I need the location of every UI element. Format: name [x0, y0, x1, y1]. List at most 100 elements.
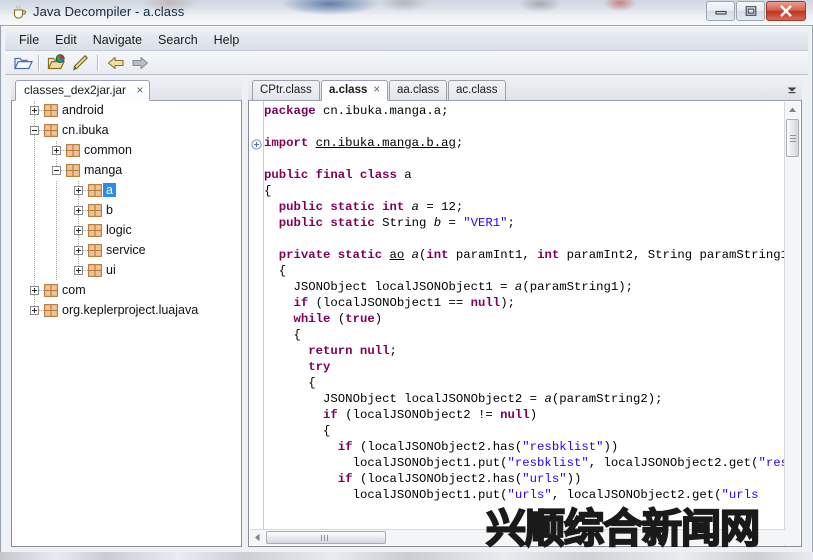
code-line: return null; [264, 343, 786, 359]
code-token: public final class [264, 168, 405, 182]
code-token: "resbklist" [522, 440, 604, 454]
triangle-up-icon[interactable] [785, 102, 800, 118]
tree-node-label: com [62, 283, 86, 297]
coffee-cup-icon [11, 4, 28, 21]
tree-node-manga[interactable]: manga [12, 161, 241, 181]
close-icon[interactable]: × [373, 84, 380, 96]
menu-item-help[interactable]: Help [206, 27, 248, 49]
save-source-icon[interactable] [71, 54, 91, 73]
open-recent-icon[interactable] [47, 54, 67, 73]
package-icon [66, 144, 80, 157]
expand-plus-icon[interactable] [74, 246, 83, 255]
expand-plus-icon[interactable] [74, 186, 83, 195]
code-token[interactable]: ao [389, 248, 404, 262]
tree-node-com[interactable]: com [12, 281, 241, 301]
editor-tab-aa-class[interactable]: aa.class [389, 80, 448, 101]
code-token: ); [500, 296, 515, 310]
tree-node-label: manga [84, 163, 123, 177]
code-token: "resbkli [758, 456, 786, 470]
package-icon [88, 264, 102, 277]
code-line: localJSONObject1.put("urls", localJSONOb… [264, 487, 786, 503]
collapse-minus-icon[interactable] [52, 166, 61, 175]
code-token: , localJSONObject2.get( [551, 488, 722, 502]
code-token: { [308, 376, 316, 390]
editor-tab-label: ac.class [456, 84, 498, 96]
code-token: int [537, 248, 560, 262]
expand-plus-icon[interactable] [52, 146, 61, 155]
editor-body[interactable]: package cn.ibuka.manga.a; import cn.ibuk… [248, 101, 802, 547]
code-token: public static int [278, 200, 412, 214]
code-token: null [470, 296, 501, 310]
expand-plus-icon[interactable] [30, 306, 39, 315]
menu-item-navigate[interactable]: Navigate [85, 27, 150, 49]
tree-node-a[interactable]: a [12, 181, 241, 201]
tree-node-cn-ibuka[interactable]: cn.ibuka [12, 121, 241, 141]
expand-plus-icon[interactable] [30, 106, 39, 115]
code-token: a [404, 168, 412, 182]
tree-node-label: ui [106, 263, 116, 277]
expand-plus-icon[interactable] [74, 206, 83, 215]
maximize-button[interactable] [736, 1, 765, 21]
code-line: { [264, 183, 786, 199]
expand-plus-icon[interactable] [30, 286, 39, 295]
package-icon [44, 124, 58, 137]
horizontal-scroll-thumb[interactable] [266, 531, 386, 544]
code-token: (paramString1); [522, 280, 634, 294]
vertical-scroll-thumb[interactable] [786, 119, 799, 157]
chevron-down-icon[interactable] [784, 82, 800, 98]
code-token: (paramString2); [551, 392, 663, 406]
minimize-button[interactable] [706, 1, 735, 21]
tree-connector [56, 181, 57, 201]
code-line: { [264, 375, 786, 391]
code-token: public static [278, 216, 383, 230]
code-token: { [278, 264, 287, 278]
tree-connector [56, 261, 57, 281]
navigate-back-icon[interactable] [106, 54, 126, 73]
tree-connector [34, 161, 35, 181]
close-icon[interactable]: × [136, 83, 143, 97]
menu-item-edit[interactable]: Edit [47, 27, 85, 49]
plus-circle-icon[interactable] [251, 137, 262, 150]
code-line: JSONObject localJSONObject1 = a(paramStr… [264, 279, 786, 295]
tree-node-ui[interactable]: ui [12, 261, 241, 281]
tree-node-logic[interactable]: logic [12, 221, 241, 241]
editor-tab-a-class[interactable]: a.class × [321, 80, 389, 101]
close-button[interactable] [766, 1, 806, 21]
tree-node-common[interactable]: common [12, 141, 241, 161]
editor-vertical-scrollbar[interactable] [784, 102, 800, 546]
open-folder-icon[interactable] [13, 54, 33, 73]
code-token: ( [330, 312, 346, 326]
source-code[interactable]: package cn.ibuka.manga.a; import cn.ibuk… [264, 103, 786, 503]
menu-item-file[interactable]: File [11, 27, 47, 49]
code-token: = [441, 216, 464, 230]
triangle-left-icon[interactable] [250, 530, 265, 545]
code-token: (localJSONObject2 != [337, 408, 501, 422]
editor-tab-ac-class[interactable]: ac.class [448, 80, 506, 101]
code-line: localJSONObject1.put("resbklist", localJ… [264, 455, 786, 471]
package-icon [88, 244, 102, 257]
tree-connector [34, 201, 35, 221]
package-tree[interactable]: android cn.ibuka common manga a b logic service… [11, 101, 242, 547]
tree-node-service[interactable]: service [12, 241, 241, 261]
code-line: private static ao a(int paramInt1, int p… [264, 247, 786, 263]
code-token: localJSONObject1.put( [352, 456, 508, 470]
menu-item-search[interactable]: Search [150, 27, 206, 49]
navigate-forward-icon[interactable] [130, 54, 150, 73]
file-tab-classes-dex2jar[interactable]: classes_dex2jar.jar × [15, 80, 151, 101]
code-token: { [293, 328, 301, 342]
tree-node-b[interactable]: b [12, 201, 241, 221]
editor-gutter[interactable] [249, 101, 264, 545]
tree-node-label: org.keplerproject.luajava [62, 303, 199, 317]
expand-plus-icon[interactable] [74, 266, 83, 275]
title-bar[interactable]: Java Decompiler - a.class [0, 0, 813, 26]
editor-tab-CPtr-class[interactable]: CPtr.class [252, 80, 320, 101]
tree-connector [34, 141, 35, 161]
package-icon [88, 224, 102, 237]
tree-node-android[interactable]: android [12, 101, 241, 121]
collapse-minus-icon[interactable] [30, 126, 39, 135]
code-token[interactable]: cn.ibuka.manga.b.ag [316, 136, 456, 150]
expand-plus-icon[interactable] [74, 226, 83, 235]
editor-horizontal-scrollbar[interactable] [250, 529, 786, 545]
tree-node-org-keplerproject-luajava[interactable]: org.keplerproject.luajava [12, 301, 241, 321]
code-line: if (localJSONObject2.has("resbklist")) [264, 439, 786, 455]
